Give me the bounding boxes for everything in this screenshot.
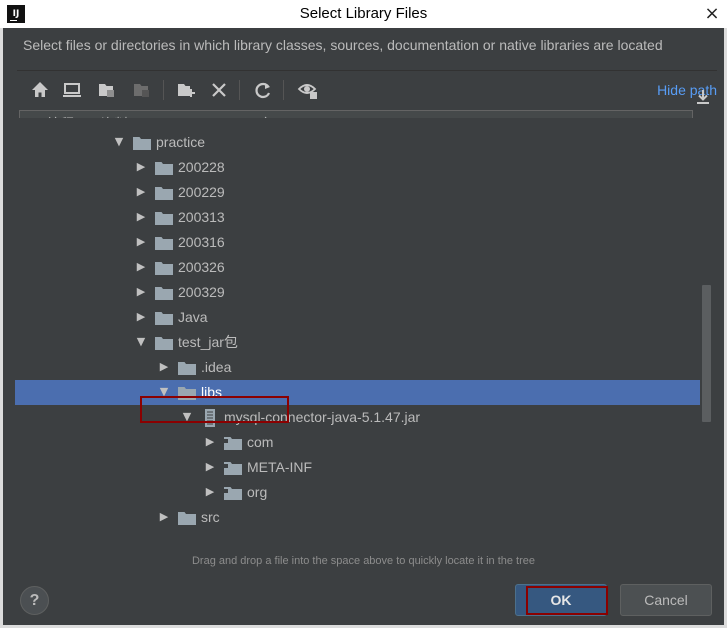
expand-arrow-right-icon[interactable]: ▶ xyxy=(135,211,147,223)
tree-row[interactable]: ▼ practice xyxy=(15,130,700,155)
package-folder-icon xyxy=(224,436,242,450)
tree-row[interactable]: ▶ 200316 xyxy=(15,230,700,255)
folder-icon xyxy=(133,136,151,150)
tree-row[interactable]: ▶ 200229 xyxy=(15,180,700,205)
tree-row[interactable]: ▼ test_jar包 xyxy=(15,330,700,355)
tree-row-label: 200329 xyxy=(178,284,225,300)
folder-icon xyxy=(155,211,173,225)
folder-icon xyxy=(155,186,173,200)
toolbar-separator xyxy=(163,80,164,100)
annotation-box-ok xyxy=(526,586,608,615)
tree-row[interactable]: ▼ libs xyxy=(15,380,700,405)
toolbar-separator xyxy=(239,80,240,100)
expand-arrow-right-icon[interactable]: ▶ xyxy=(158,511,170,523)
expand-arrow-right-icon[interactable]: ▶ xyxy=(135,186,147,198)
home-icon[interactable] xyxy=(29,79,51,101)
tree-row-label: practice xyxy=(156,134,206,150)
expand-arrow-right-icon[interactable]: ▶ xyxy=(204,486,216,498)
expand-arrow-right-icon[interactable]: ▶ xyxy=(135,261,147,273)
file-tree[interactable]: ▼ practice ▶ 200228 ▶ 200229 ▶ 200313 ▶ 200316 ▶ 20… xyxy=(15,118,700,550)
tree-row[interactable]: ▶ 200326 xyxy=(15,255,700,280)
tree-scrollbar-thumb[interactable] xyxy=(702,285,711,422)
tree-row[interactable]: ▶ org xyxy=(15,480,700,505)
new-folder-icon[interactable] xyxy=(175,79,197,101)
expand-arrow-right-icon[interactable]: ▶ xyxy=(204,436,216,448)
folder-icon xyxy=(155,161,173,175)
tree-row[interactable]: ▶ .idea xyxy=(15,355,700,380)
refresh-icon[interactable] xyxy=(252,79,274,101)
tree-row-label: 200326 xyxy=(178,259,225,275)
file-chooser-toolbar: Hide path xyxy=(17,70,717,106)
tree-row-label: src xyxy=(201,509,220,525)
package-folder-icon xyxy=(224,486,242,500)
expand-arrow-down-icon[interactable]: ▼ xyxy=(113,136,125,148)
tree-row-label: 200228 xyxy=(178,159,225,175)
tree-row[interactable]: ▶ 200313 xyxy=(15,205,700,230)
expand-arrow-right-icon[interactable]: ▶ xyxy=(158,361,170,373)
tree-row[interactable]: ▶ com xyxy=(15,430,700,455)
module-folder-icon[interactable] xyxy=(131,79,153,101)
delete-icon[interactable] xyxy=(208,79,230,101)
tree-row-label: Java xyxy=(178,309,208,325)
expand-arrow-right-icon[interactable]: ▶ xyxy=(135,236,147,248)
folder-icon xyxy=(178,361,196,375)
tree-row-label: .idea xyxy=(201,359,232,375)
title-bar: IJ Select Library Files × xyxy=(0,0,727,28)
tree-row-label: 200229 xyxy=(178,184,225,200)
folder-icon xyxy=(178,511,196,525)
tree-row[interactable]: ▶ src xyxy=(15,505,700,530)
expand-arrow-down-icon[interactable]: ▼ xyxy=(135,336,147,348)
folder-icon xyxy=(155,336,173,350)
toolbar-separator xyxy=(283,80,284,100)
cancel-button[interactable]: Cancel xyxy=(620,584,712,616)
folder-icon xyxy=(155,286,173,300)
close-button[interactable]: × xyxy=(697,0,727,28)
tree-row[interactable]: ▶ Java xyxy=(15,305,700,330)
tree-row-label: META-INF xyxy=(247,459,313,475)
tree-row-label: com xyxy=(247,434,274,450)
tree-row[interactable]: ▼ mysql-connector-java-5.1.47.jar xyxy=(15,405,700,430)
annotation-box-libs xyxy=(140,396,289,423)
help-button[interactable]: ? xyxy=(20,586,49,615)
dialog-description: Select files or directories in which lib… xyxy=(23,37,663,53)
package-folder-icon xyxy=(224,461,242,475)
tree-row[interactable]: ▶ 200228 xyxy=(15,155,700,180)
tree-row-label: test_jar包 xyxy=(178,334,238,350)
expand-arrow-right-icon[interactable]: ▶ xyxy=(204,461,216,473)
folder-icon xyxy=(155,236,173,250)
expand-arrow-right-icon[interactable]: ▶ xyxy=(135,286,147,298)
show-hidden-icon[interactable] xyxy=(297,79,319,101)
expand-arrow-right-icon[interactable]: ▶ xyxy=(135,311,147,323)
drag-drop-hint: Drag and drop a file into the space abov… xyxy=(191,555,536,567)
tree-row[interactable]: ▶ META-INF xyxy=(15,455,700,480)
folder-icon xyxy=(155,261,173,275)
expand-arrow-right-icon[interactable]: ▶ xyxy=(135,161,147,173)
folder-icon xyxy=(155,311,173,325)
download-icon[interactable] xyxy=(690,84,716,110)
window-title: Select Library Files xyxy=(299,5,428,22)
tree-row-label: 200316 xyxy=(178,234,225,250)
tree-row-label: 200313 xyxy=(178,209,225,225)
tree-row-label: org xyxy=(247,484,268,500)
desktop-icon[interactable] xyxy=(61,79,83,101)
tree-row[interactable]: ▶ 200329 xyxy=(15,280,700,305)
project-folder-icon[interactable] xyxy=(96,79,118,101)
